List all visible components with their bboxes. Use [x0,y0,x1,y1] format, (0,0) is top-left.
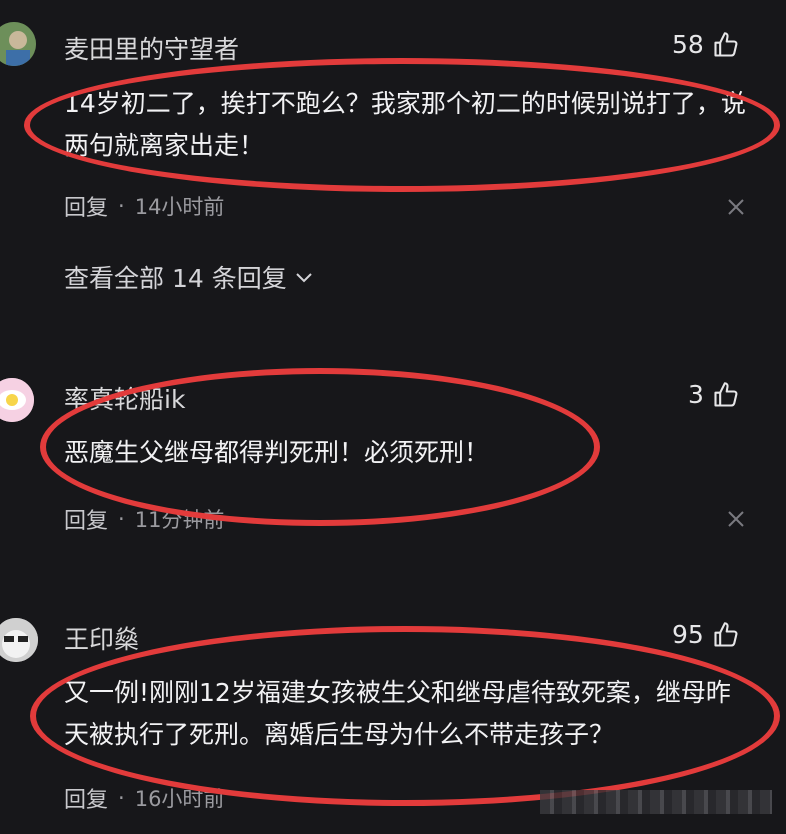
chevron-down-icon [296,273,312,283]
comment-meta: 回复 · 14小时前 [64,190,224,222]
like-count[interactable]: 95 [672,620,740,649]
close-icon[interactable] [726,509,746,529]
highlight-ellipse [24,58,780,192]
username[interactable]: 王印燊 [64,620,139,656]
view-all-replies-label: 查看全部 14 条回复 [64,264,287,293]
like-count[interactable]: 58 [672,30,740,59]
like-count[interactable]: 3 [688,380,740,409]
timestamp: 14小时前 [134,195,225,219]
thumbs-up-icon[interactable] [712,621,740,649]
meta-separator: · [118,786,125,810]
meta-separator: · [118,507,125,531]
username[interactable]: 麦田里的守望者 [64,30,239,66]
avatar[interactable] [0,618,38,662]
thumbs-up-icon[interactable] [712,31,740,59]
reply-button[interactable]: 回复 [64,190,108,222]
blurred-watermark [540,790,772,814]
like-count-value: 95 [672,620,704,649]
reply-button[interactable]: 回复 [64,782,108,814]
like-count-value: 58 [672,30,704,59]
highlight-ellipse [40,368,600,526]
reply-button[interactable]: 回复 [64,503,108,535]
thumbs-up-icon[interactable] [712,381,740,409]
avatar[interactable] [0,378,34,422]
meta-separator: · [118,194,125,218]
avatar[interactable] [0,22,36,66]
view-all-replies-link[interactable]: 查看全部 14 条回复 [64,259,315,295]
close-icon[interactable] [726,197,746,217]
like-count-value: 3 [688,380,704,409]
highlight-ellipse [30,626,780,806]
